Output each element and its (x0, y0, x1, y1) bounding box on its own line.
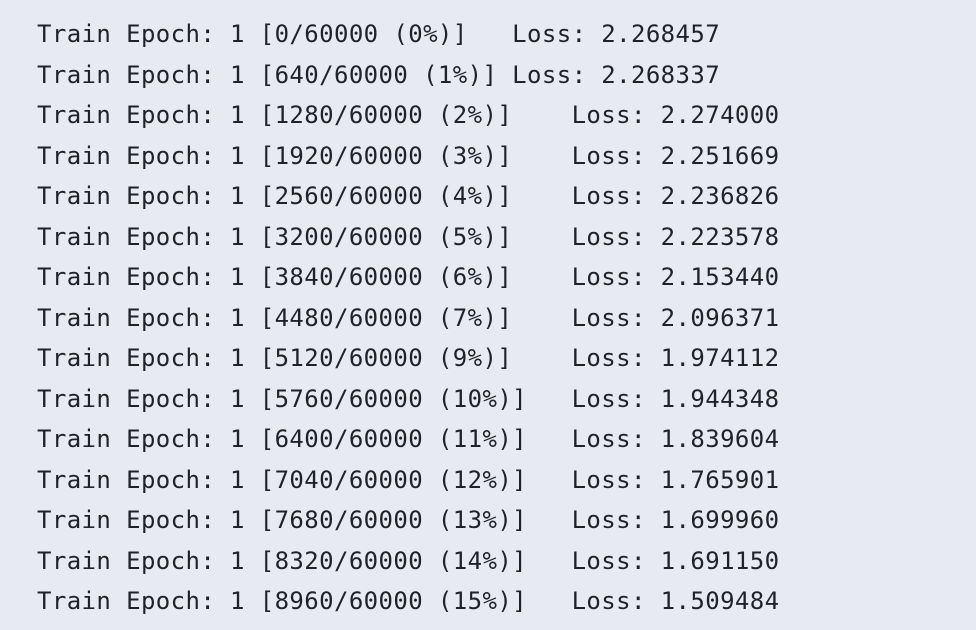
log-line: Train Epoch: 1 [2560/60000 (4%)] Loss: 2… (37, 182, 780, 210)
log-line: Train Epoch: 1 [8320/60000 (14%)] Loss: … (37, 546, 780, 575)
log-line: Train Epoch: 1 [6400/60000 (11%)] Loss: … (37, 425, 780, 453)
log-line: Train Epoch: 1 [7680/60000 (13%)] Loss: … (37, 506, 780, 534)
log-line: Train Epoch: 1 [3200/60000 (5%)] Loss: 2… (37, 222, 780, 251)
log-line: Train Epoch: 1 [4480/60000 (7%)] Loss: 2… (37, 303, 780, 332)
log-line: Train Epoch: 1 [1280/60000 (2%)] Loss: 2… (37, 101, 780, 129)
log-line: Train Epoch: 1 [8960/60000 (15%)] Loss: … (37, 587, 780, 615)
training-log-output: Train Epoch: 1 [0/60000 (0%)] Loss: 2.26… (0, 0, 976, 630)
log-line: Train Epoch: 1 [5120/60000 (9%)] Loss: 1… (37, 344, 780, 372)
log-line: Train Epoch: 1 [640/60000 (1%)] Loss: 2.… (37, 60, 721, 89)
log-line: Train Epoch: 1 [1920/60000 (3%)] Loss: 2… (37, 141, 780, 170)
log-line: Train Epoch: 1 [5760/60000 (10%)] Loss: … (37, 384, 780, 413)
log-lines: Train Epoch: 1 [0/60000 (0%)] Loss: 2.26… (37, 14, 779, 622)
log-line: Train Epoch: 1 [0/60000 (0%)] Loss: 2.26… (37, 20, 721, 48)
log-line: Train Epoch: 1 [3840/60000 (6%)] Loss: 2… (37, 263, 780, 291)
log-line: Train Epoch: 1 [7040/60000 (12%)] Loss: … (37, 465, 780, 494)
